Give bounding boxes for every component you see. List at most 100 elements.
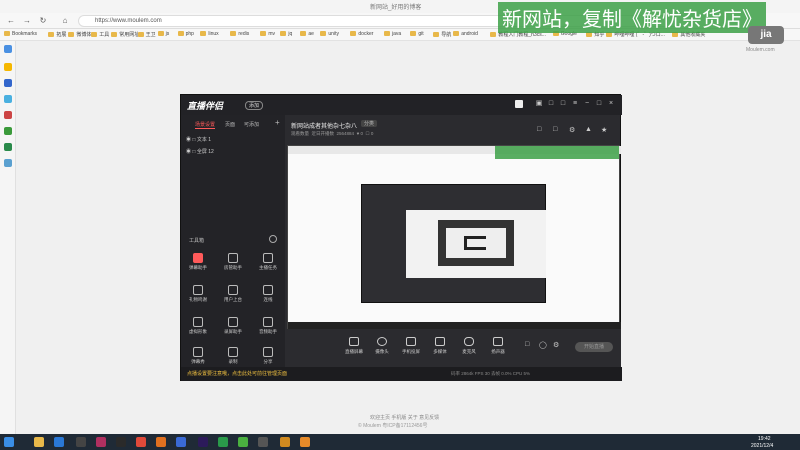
bookmark-item[interactable]: 导航: [433, 31, 451, 38]
bookmark-item[interactable]: 常用网址: [111, 31, 139, 38]
gear-icon[interactable]: ⚙: [569, 126, 575, 134]
stream-preview[interactable]: [287, 145, 621, 330]
screen-icon[interactable]: ▣: [535, 100, 543, 108]
bookmark-item[interactable]: redis: [230, 31, 249, 37]
sidebar-icon-5[interactable]: [4, 111, 12, 119]
maximize-icon[interactable]: □: [595, 100, 603, 108]
media-button[interactable]: 多媒体: [427, 337, 453, 355]
bookmark-item[interactable]: docker: [350, 31, 373, 37]
wechat-icon[interactable]: [238, 437, 248, 447]
vscode-icon[interactable]: [54, 437, 64, 447]
app-icon[interactable]: [76, 437, 86, 447]
clock-time[interactable]: 19:42: [758, 436, 771, 442]
sidebar-icon-2[interactable]: [4, 63, 12, 71]
settings-gear-icon[interactable]: ⚙: [553, 341, 559, 349]
speaker-button[interactable]: 扬声器: [485, 337, 511, 355]
app-logo: 直播伴侣: [187, 101, 224, 111]
close-icon[interactable]: ×: [607, 100, 615, 108]
menu-icon[interactable]: ≡: [571, 100, 579, 108]
tab-scene[interactable]: 场景设置: [195, 121, 216, 129]
firefox-icon[interactable]: [156, 437, 166, 447]
tab-page[interactable]: 页面: [225, 121, 235, 128]
tool-share[interactable]: 分享: [253, 347, 283, 365]
record-toggle-icon[interactable]: ◯: [539, 341, 547, 349]
share-icon[interactable]: ★: [601, 126, 607, 134]
camera-button[interactable]: 摄像头: [369, 337, 395, 355]
back-icon[interactable]: ←: [6, 16, 16, 26]
app-avatar[interactable]: [515, 100, 523, 108]
bookmark-item[interactable]: 微博体: [68, 31, 91, 38]
phone-cast-button[interactable]: 手机投屏: [398, 337, 424, 355]
bookmark-item[interactable]: 王卫: [137, 31, 156, 38]
bookmark-item[interactable]: 工具: [91, 31, 109, 38]
footer-links[interactable]: 欢迎主页 手机版 关于 意见反馈: [370, 414, 439, 421]
camera-toggle-icon[interactable]: □: [525, 341, 529, 348]
bookmark-item[interactable]: Bookmarks: [4, 31, 37, 37]
tool-danmu[interactable]: 弹幕助手: [183, 253, 213, 271]
clock-date[interactable]: 2021/12/4: [751, 443, 773, 449]
add-icon[interactable]: +: [275, 118, 280, 127]
folder-icon: [137, 32, 144, 37]
sidebar-icon-4[interactable]: [4, 95, 12, 103]
app-icon[interactable]: [218, 437, 228, 447]
tool-roommanager[interactable]: 房管助手: [218, 253, 248, 271]
tool-task[interactable]: 主播任务: [253, 253, 283, 271]
bell-icon[interactable]: ▲: [585, 126, 592, 133]
bookmark-item[interactable]: 拓展: [48, 31, 66, 38]
app-badge[interactable]: 添加: [245, 101, 264, 110]
refresh-icon[interactable]: ↻: [38, 16, 48, 26]
app-icon[interactable]: [280, 437, 290, 447]
sidebar-icon-6[interactable]: [4, 127, 12, 135]
forward-icon[interactable]: →: [22, 16, 32, 26]
tool-avatar[interactable]: 虚拟形象: [183, 317, 213, 335]
tool-user-stage[interactable]: 用户上台: [218, 285, 248, 303]
bookmark-item[interactable]: git: [410, 31, 424, 37]
tab-addable[interactable]: 可添加: [244, 121, 259, 128]
premiere-icon[interactable]: [198, 437, 208, 447]
bookmark-item[interactable]: unity: [320, 31, 339, 37]
tool-record[interactable]: 录屏助手: [218, 317, 248, 335]
sidebar-icon-7[interactable]: [4, 143, 12, 151]
explorer-icon[interactable]: [34, 437, 44, 447]
folder-icon: [230, 31, 237, 36]
settings-icon[interactable]: [269, 235, 277, 243]
tool-danmushow[interactable]: 弹幕秀: [183, 347, 213, 365]
screen-capture-button[interactable]: 直播屏幕: [341, 337, 367, 355]
bookmark-item[interactable]: ae: [300, 31, 314, 37]
sidebar-icon-8[interactable]: [4, 159, 12, 167]
source-row[interactable]: ◉ □ 文本 1: [186, 136, 211, 143]
mic-button[interactable]: 麦克风: [456, 337, 482, 355]
app-icon[interactable]: [96, 437, 106, 447]
bookmark-item[interactable]: android: [453, 31, 478, 37]
bookmark-item[interactable]: mv: [260, 31, 275, 37]
tool-rec[interactable]: 录制: [218, 347, 248, 365]
chrome-icon[interactable]: [136, 437, 146, 447]
stream-title[interactable]: 新网站成者其他杂七杂八: [291, 121, 357, 130]
notification-icon[interactable]: □: [559, 100, 567, 108]
tool-audio[interactable]: 音频助手: [253, 317, 283, 335]
minimize-icon[interactable]: −: [583, 100, 591, 108]
bookmark-item[interactable]: js: [157, 31, 169, 37]
sidebar-icon-1[interactable]: [4, 45, 12, 53]
app-icon[interactable]: [300, 437, 310, 447]
message-icon[interactable]: □: [547, 100, 555, 108]
bookmark-item[interactable]: php: [177, 31, 194, 37]
edge-icon[interactable]: [176, 437, 186, 447]
source-row[interactable]: ◉ □ 全屏 12: [186, 148, 214, 155]
app-icon[interactable]: [116, 437, 126, 447]
trash-icon[interactable]: □: [537, 126, 541, 133]
lock-icon[interactable]: □: [553, 126, 557, 133]
start-icon[interactable]: [4, 437, 14, 447]
bookmark-item[interactable]: java: [384, 31, 401, 37]
status-warning[interactable]: 点播设置要注意哦，点击此处可前往管理页面: [187, 370, 287, 377]
sidebar-icon-3[interactable]: [4, 79, 12, 87]
tool-gift[interactable]: 礼物鸣谢: [183, 285, 213, 303]
tool-link[interactable]: 连线: [253, 285, 283, 303]
bookmark-item[interactable]: linux: [200, 31, 219, 37]
app-icon[interactable]: [258, 437, 268, 447]
home-icon[interactable]: ⌂: [60, 16, 70, 26]
tab-title[interactable]: 新网站_好用的博客: [370, 2, 421, 11]
start-live-button[interactable]: 开始直播: [575, 342, 613, 352]
bookmark-item[interactable]: jq: [280, 31, 292, 37]
category-tag[interactable]: 分类: [361, 120, 378, 127]
